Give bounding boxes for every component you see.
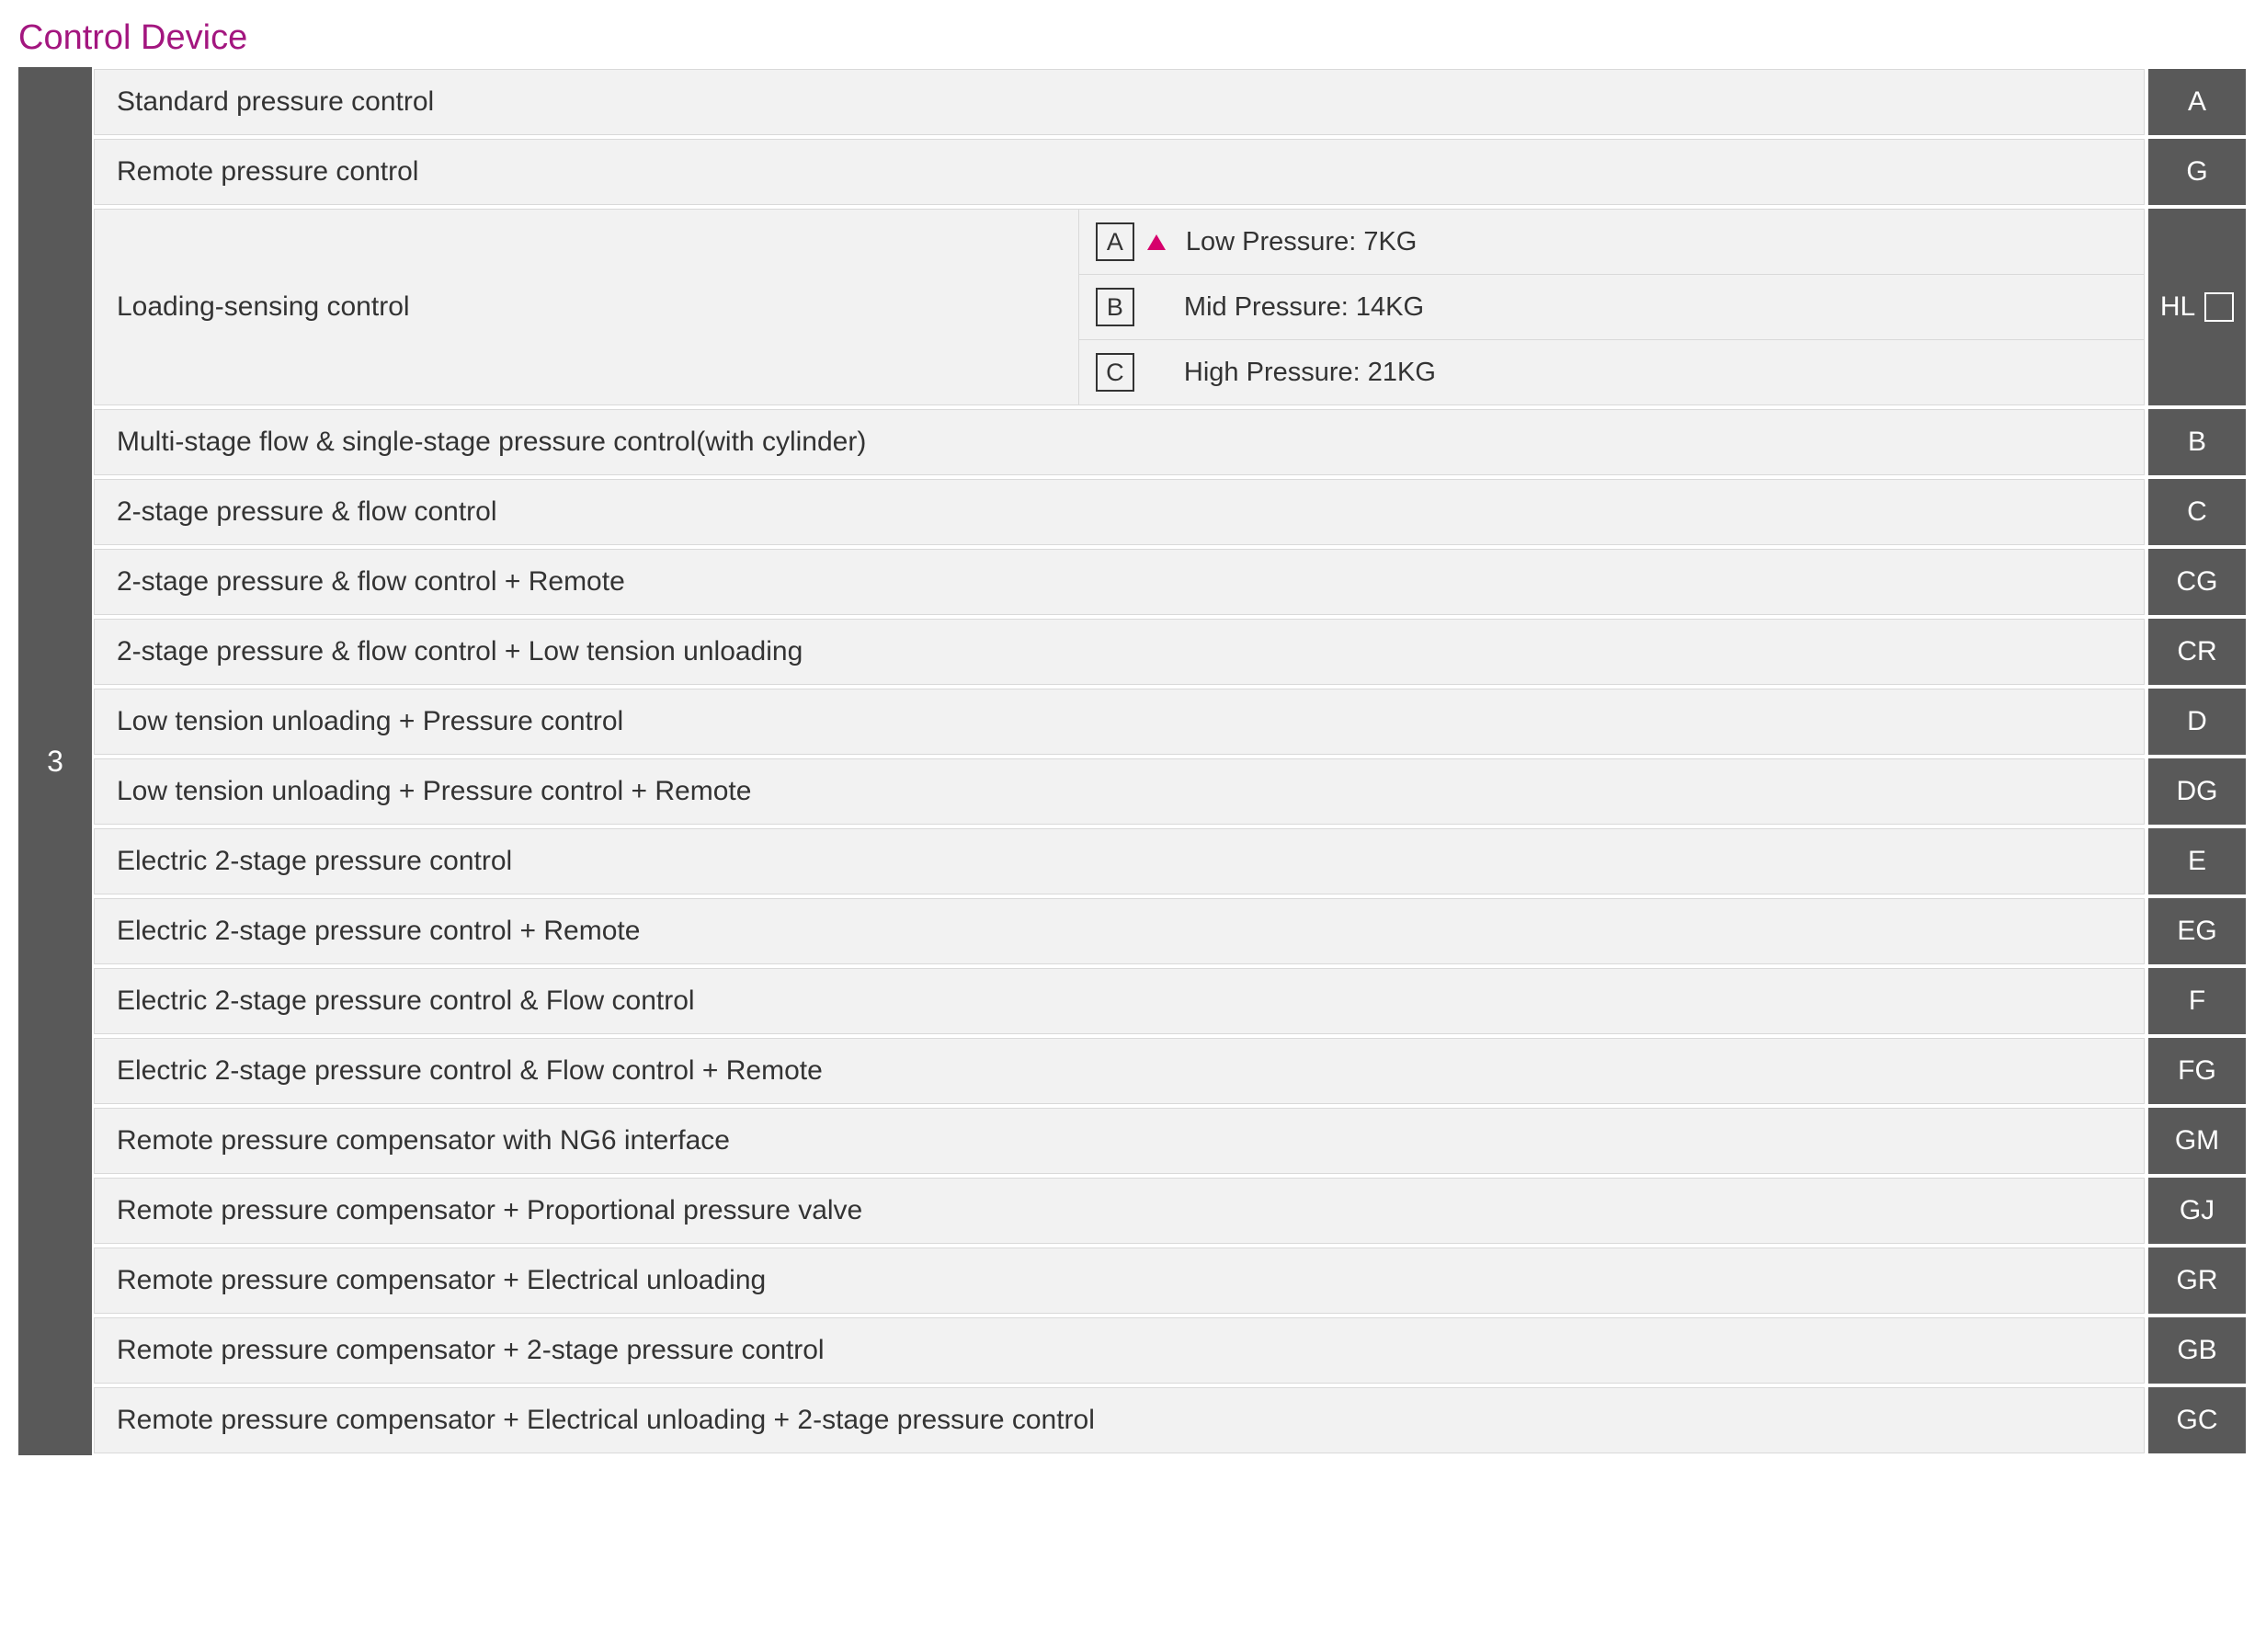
code-label: GR — [2177, 1265, 2218, 1296]
code-label: GC — [2177, 1405, 2218, 1436]
code-row-17: GC — [2148, 1387, 2246, 1453]
desc-label: Loading-sensing control — [95, 275, 1078, 339]
code-label: D — [2187, 706, 2207, 737]
code-row-10: EG — [2148, 898, 2246, 964]
sub-option-0: A Low Pressure: 7KG — [1079, 210, 2144, 275]
desc-row-6: 2-stage pressure & flow control + Low te… — [94, 619, 2145, 685]
desc-row-3: Multi-stage flow & single-stage pressure… — [94, 409, 2145, 475]
index-column: 3 — [18, 67, 92, 1455]
desc-row-15: Remote pressure compensator + Electrical… — [94, 1248, 2145, 1314]
code-label: F — [2189, 986, 2205, 1017]
code-label: GM — [2175, 1125, 2219, 1156]
code-label: C — [2187, 496, 2207, 528]
triangle-icon — [1147, 234, 1166, 250]
desc-row-2: Loading-sensing control A Low Pressure: 7K… — [94, 209, 2145, 405]
option-letter-box: A — [1096, 222, 1134, 261]
sub-option-2: C High Pressure: 21KG — [1079, 340, 2144, 404]
code-label: CR — [2177, 636, 2216, 667]
option-text: Low Pressure: 7KG — [1186, 227, 1417, 257]
code-row-15: GR — [2148, 1248, 2246, 1314]
section-title: Control Device — [18, 18, 2248, 58]
code-row-3: B — [2148, 409, 2246, 475]
code-row-4: C — [2148, 479, 2246, 545]
code-row-1: G — [2148, 139, 2246, 205]
option-letter-box: C — [1096, 353, 1134, 392]
desc-row-13: Remote pressure compensator with NG6 int… — [94, 1108, 2145, 1174]
option-letter-box: B — [1096, 288, 1134, 326]
code-label: GJ — [2180, 1195, 2215, 1226]
code-row-8: DG — [2148, 758, 2246, 825]
code-label: B — [2188, 427, 2206, 458]
option-text: Mid Pressure: 14KG — [1184, 292, 1424, 323]
code-label: GB — [2177, 1335, 2216, 1366]
desc-row-12: Electric 2-stage pressure control & Flow… — [94, 1038, 2145, 1104]
sub-option-1: B Mid Pressure: 14KG — [1079, 275, 2144, 340]
code-row-12: FG — [2148, 1038, 2246, 1104]
code-row-11: F — [2148, 968, 2246, 1034]
empty-box-icon — [2204, 292, 2234, 322]
code-row-2: HL — [2148, 209, 2246, 405]
desc-row-7: Low tension unloading + Pressure control — [94, 689, 2145, 755]
code-row-16: GB — [2148, 1317, 2246, 1384]
code-row-0: A — [2148, 69, 2246, 135]
desc-row-11: Electric 2-stage pressure control & Flow… — [94, 968, 2145, 1034]
option-text: High Pressure: 21KG — [1184, 358, 1436, 388]
code-label: DG — [2177, 776, 2218, 807]
desc-row-8: Low tension unloading + Pressure control… — [94, 758, 2145, 825]
code-row-6: CR — [2148, 619, 2246, 685]
code-label: FG — [2178, 1055, 2216, 1087]
code-label: G — [2186, 156, 2207, 188]
code-label: CG — [2177, 566, 2218, 598]
desc-row-10: Electric 2-stage pressure control + Remo… — [94, 898, 2145, 964]
code-row-13: GM — [2148, 1108, 2246, 1174]
desc-row-16: Remote pressure compensator + 2-stage pr… — [94, 1317, 2145, 1384]
desc-row-5: 2-stage pressure & flow control + Remote — [94, 549, 2145, 615]
code-row-7: D — [2148, 689, 2246, 755]
desc-row-14: Remote pressure compensator + Proportion… — [94, 1178, 2145, 1244]
desc-row-9: Electric 2-stage pressure control — [94, 828, 2145, 894]
desc-row-17: Remote pressure compensator + Electrical… — [94, 1387, 2145, 1453]
code-row-5: CG — [2148, 549, 2246, 615]
desc-row-1: Remote pressure control — [94, 139, 2145, 205]
code-label: E — [2188, 846, 2206, 877]
code-row-9: E — [2148, 828, 2246, 894]
code-label: EG — [2177, 916, 2216, 947]
code-label: A — [2188, 86, 2206, 118]
code-row-14: GJ — [2148, 1178, 2246, 1244]
desc-row-0: Standard pressure control — [94, 69, 2145, 135]
desc-row-4: 2-stage pressure & flow control — [94, 479, 2145, 545]
sub-options: A Low Pressure: 7KG B Mid Pressure: 14KG C Hi… — [1078, 210, 2144, 404]
control-device-table: 3 Standard pressure control A Remote press… — [18, 67, 2248, 1455]
code-label: HL — [2160, 291, 2195, 323]
